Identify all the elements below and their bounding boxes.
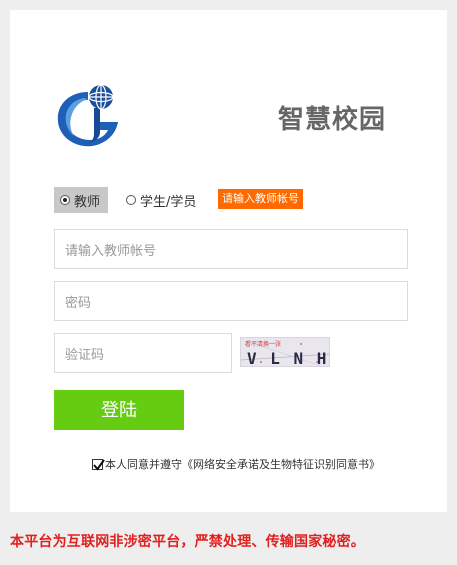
role-label-student: 学生/学员 <box>140 194 197 210</box>
captcha-caption: 看不清换一张 <box>245 340 281 348</box>
role-option-teacher[interactable]: 教师 <box>54 187 108 213</box>
checkbox-icon[interactable] <box>92 458 105 471</box>
login-card: 智慧校园 教师 学生/学员 请输入教师帐号 请输入教师帐号 密码 验证码 看不清… <box>10 10 447 512</box>
captcha-placeholder: 验证码 <box>65 347 105 363</box>
captcha-input[interactable]: 验证码 <box>54 333 232 373</box>
captcha-image[interactable]: 看不清换一张 V L N H <box>240 337 330 367</box>
radio-icon[interactable] <box>60 195 70 205</box>
role-option-student[interactable]: 学生/学员 <box>126 187 196 213</box>
agreement-row: 本人同意并遵守《网络安全承诺及生物特征识别同意书》 <box>92 456 380 472</box>
account-placeholder: 请输入教师帐号 <box>65 243 157 259</box>
security-notice: 本平台为互联网非涉密平台，严禁处理、传输国家秘密。 <box>10 534 365 550</box>
password-placeholder: 密码 <box>65 295 92 311</box>
login-button[interactable]: 登陆 <box>54 390 184 430</box>
school-logo-icon <box>54 78 122 150</box>
password-input[interactable]: 密码 <box>54 281 408 321</box>
role-hint-badge: 请输入教师帐号 <box>218 189 303 209</box>
app-title: 智慧校园 <box>278 105 387 135</box>
captcha-text: V L N H <box>247 349 328 367</box>
role-label-teacher: 教师 <box>74 194 101 210</box>
agreement-text[interactable]: 本人同意并遵守《网络安全承诺及生物特征识别同意书》 <box>105 456 380 472</box>
radio-icon[interactable] <box>126 195 136 205</box>
account-input[interactable]: 请输入教师帐号 <box>54 229 408 269</box>
